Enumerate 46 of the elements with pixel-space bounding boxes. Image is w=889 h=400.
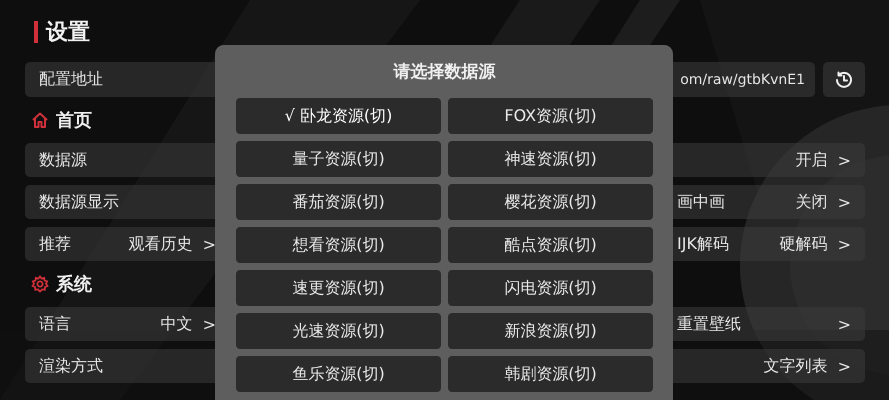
field-label: 配置地址 — [39, 69, 103, 90]
setting-value: 开启 — [796, 150, 828, 170]
gear-icon — [31, 275, 49, 293]
source-option[interactable]: 速更资源(切) — [236, 270, 441, 306]
source-option[interactable]: 想看资源(切) — [236, 227, 441, 263]
chevron: > — [838, 234, 851, 254]
source-option[interactable]: 韩剧资源(切) — [448, 356, 653, 392]
source-option[interactable]: 樱花资源(切) — [448, 184, 653, 220]
page-title: 设置 — [46, 19, 90, 47]
source-option[interactable]: 新浪资源(切) — [448, 313, 653, 349]
section-title: 系统 — [56, 273, 92, 296]
setting-label: 数据源显示 — [39, 192, 119, 212]
setting-value: 中文 — [160, 314, 193, 334]
setting-value: 文字列表 — [764, 356, 828, 376]
source-option[interactable]: 鱼乐资源(切) — [236, 356, 441, 392]
source-option[interactable]: √ 卧龙资源(切) — [236, 98, 441, 134]
chevron: > — [838, 356, 851, 376]
history-icon — [834, 70, 854, 90]
source-option[interactable]: 酷点资源(切) — [448, 227, 653, 263]
chevron: > — [838, 192, 851, 212]
source-option[interactable]: 光速资源(切) — [236, 313, 441, 349]
source-option[interactable]: FOX资源(切) — [448, 98, 653, 134]
source-option[interactable]: 闪电资源(切) — [448, 270, 653, 306]
setting-value: 关闭 — [796, 192, 828, 212]
source-option[interactable]: 量子资源(切) — [236, 141, 441, 177]
setting-label: 渲染方式 — [39, 356, 103, 376]
setting-label: 语言 — [39, 314, 71, 334]
chevron: > — [202, 234, 216, 254]
setting-value: 观看历史 — [128, 234, 193, 254]
setting-label: IJK解码 — [677, 234, 729, 254]
dialog-title: 请选择数据源 — [394, 61, 496, 83]
section-title: 首页 — [56, 109, 92, 132]
chevron: > — [202, 314, 216, 334]
setting-label: 推荐 — [39, 234, 71, 254]
history-button[interactable] — [823, 62, 865, 97]
title-accent-bar — [34, 21, 38, 43]
source-option[interactable]: 番茄资源(切) — [236, 184, 441, 220]
setting-label: 画中画 — [677, 192, 725, 212]
chevron: > — [838, 150, 851, 170]
source-option[interactable]: 神速资源(切) — [448, 141, 653, 177]
field-value: om/raw/gtbKvnE1 — [680, 72, 805, 88]
setting-label: 重置壁纸 — [677, 314, 741, 334]
chevron: > — [838, 314, 851, 334]
setting-label: 数据源 — [39, 150, 87, 170]
home-icon — [31, 111, 49, 129]
setting-value: 硬解码 — [780, 234, 828, 254]
